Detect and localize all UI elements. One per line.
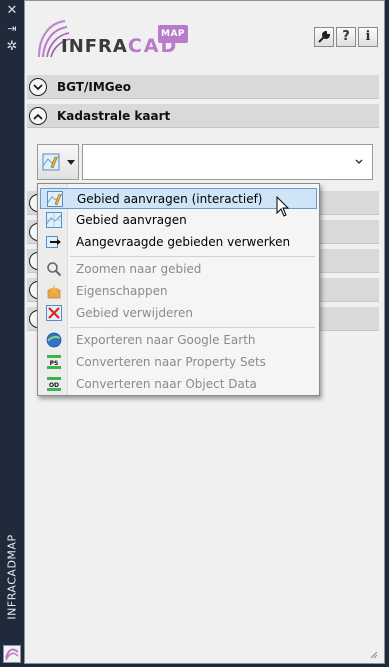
menu-item-gebied-verwijderen[interactable]: Gebied verwijderen bbox=[40, 303, 317, 324]
map-request-interactive-icon bbox=[47, 191, 63, 207]
palette-title: INFRACADMAP bbox=[5, 534, 19, 620]
help-icon: ? bbox=[342, 29, 350, 44]
chevron-down-icon[interactable] bbox=[29, 78, 47, 96]
dropdown-arrow-icon bbox=[67, 160, 75, 165]
menu-item-converteren-object-data[interactable]: OD Converteren naar Object Data bbox=[40, 374, 317, 395]
properties-icon bbox=[47, 284, 61, 299]
property-sets-icon: PS bbox=[47, 355, 61, 369]
wrench-button[interactable] bbox=[314, 27, 334, 47]
palette-logo-icon bbox=[3, 645, 21, 663]
area-combobox[interactable] bbox=[82, 144, 373, 180]
menu-separator bbox=[70, 327, 315, 328]
menu-item-aangevraagde-gebieden-verwerken[interactable]: Aangevraagde gebieden verwerken bbox=[40, 232, 317, 253]
menu-separator bbox=[70, 256, 315, 257]
logo-map-badge: MAP bbox=[158, 25, 189, 43]
zoom-icon bbox=[47, 262, 62, 277]
infracadmap-logo: INFRACAD MAP bbox=[35, 17, 195, 61]
close-icon[interactable]: ✕ bbox=[2, 3, 22, 19]
chevron-down-icon[interactable] bbox=[354, 158, 364, 166]
object-data-icon: OD bbox=[47, 377, 61, 391]
area-actions-split-button[interactable] bbox=[37, 144, 79, 180]
header-tools: ? i bbox=[314, 27, 378, 47]
map-request-interactive-icon bbox=[42, 153, 60, 171]
section-label: BGT/IMGeo bbox=[57, 80, 131, 94]
mouse-cursor-icon bbox=[276, 196, 290, 217]
help-button[interactable]: ? bbox=[336, 27, 356, 47]
section-label: Kadastrale kaart bbox=[57, 109, 171, 123]
autohide-icon[interactable]: ⇥ bbox=[2, 21, 22, 37]
svg-text:OD: OD bbox=[49, 382, 59, 389]
google-earth-icon bbox=[46, 332, 62, 348]
palette-panel: INFRACAD MAP ? i BGT/IMGeo Kadastrale ka… bbox=[24, 0, 385, 664]
palette-title-bar: ✕ ⇥ ✲ INFRACADMAP bbox=[0, 0, 24, 667]
section-kadastrale-kaart[interactable]: Kadastrale kaart bbox=[27, 104, 379, 128]
menu-item-exporteren-google-earth[interactable]: Exporteren naar Google Earth bbox=[40, 330, 317, 351]
resize-grip-icon[interactable] bbox=[368, 649, 378, 659]
map-request-icon bbox=[46, 212, 62, 228]
process-areas-icon bbox=[46, 236, 61, 248]
properties-menu-icon[interactable]: ✲ bbox=[2, 39, 22, 55]
section-bgt-imgeo[interactable]: BGT/IMGeo bbox=[27, 75, 379, 99]
menu-item-eigenschappen[interactable]: Eigenschappen bbox=[40, 281, 317, 302]
menu-item-zoomen-naar-gebied[interactable]: Zoomen naar gebied bbox=[40, 259, 317, 280]
chevron-up-icon[interactable] bbox=[29, 107, 47, 125]
info-button[interactable]: i bbox=[358, 27, 378, 47]
info-icon: i bbox=[365, 29, 371, 44]
menu-item-converteren-property-sets[interactable]: PS Converteren naar Property Sets bbox=[40, 352, 317, 373]
wrench-icon bbox=[318, 30, 331, 43]
delete-icon bbox=[46, 305, 62, 321]
svg-text:PS: PS bbox=[50, 360, 59, 367]
